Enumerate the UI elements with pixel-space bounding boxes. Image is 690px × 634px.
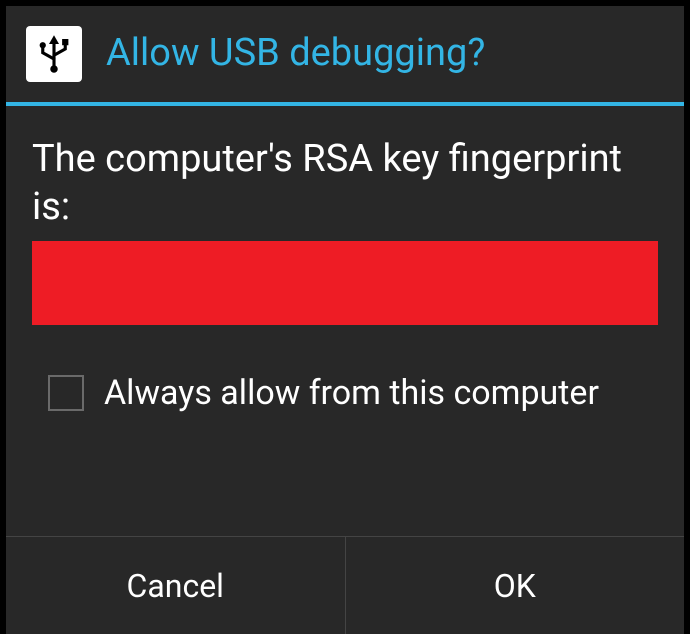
usb-icon [26,26,82,82]
always-allow-row[interactable]: Always allow from this computer [32,373,658,413]
dialog-header: Allow USB debugging? [6,6,684,102]
always-allow-checkbox[interactable] [48,375,84,411]
dialog-body-text: The computer's RSA key fingerprint is: [32,136,658,231]
cancel-button[interactable]: Cancel [6,537,345,634]
dialog-body: The computer's RSA key fingerprint is: A… [6,106,684,536]
usb-debugging-dialog: Allow USB debugging? The computer's RSA … [6,6,684,634]
dialog-title: Allow USB debugging? [106,31,485,77]
dialog-button-bar: Cancel OK [6,536,684,634]
fingerprint-redacted [32,241,658,325]
ok-button[interactable]: OK [346,537,685,634]
always-allow-label: Always allow from this computer [104,373,599,413]
